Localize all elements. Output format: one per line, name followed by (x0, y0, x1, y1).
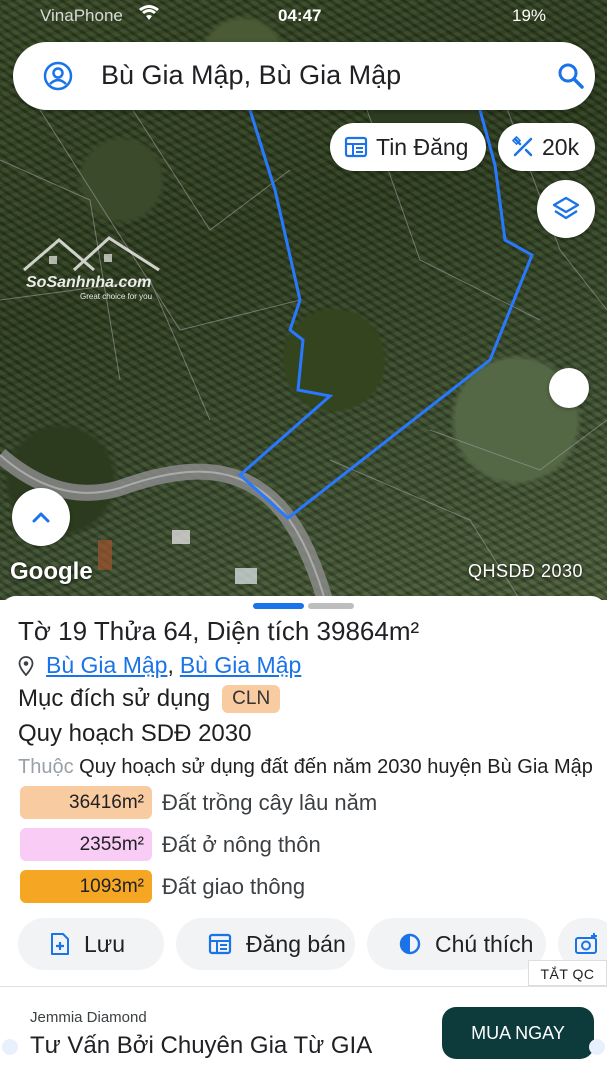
google-attribution: Google (10, 558, 93, 585)
chevron-up-icon (32, 512, 50, 523)
map-layer-label: QHSDĐ 2030 (468, 561, 584, 581)
lot-label: Thửa (93, 616, 157, 646)
plan-source: Thuộc Quy hoạch sử dụng đất đến năm 2030… (18, 756, 593, 779)
zone-area: 1093m² (20, 870, 152, 903)
sheet-tab-active[interactable] (253, 603, 304, 609)
sheet-number: 19 (58, 616, 88, 646)
parcel-title: Tờ 19 Thửa 64, Diện tích 39864m² (18, 616, 419, 647)
zone-area: 2355m² (20, 828, 152, 861)
status-bar: VinaPhone 04:47 19% (0, 4, 607, 26)
zone-label: Đất trồng cây lâu năm (162, 789, 378, 815)
save-button-label: Lưu (84, 930, 125, 957)
post-listing-button[interactable]: Đăng bán (176, 918, 355, 970)
bookmark-add-icon (51, 933, 69, 955)
belongs-label: Thuộc (18, 756, 74, 778)
layers-button[interactable] (537, 180, 595, 238)
watermark-text: SoSanhnha.com (26, 274, 152, 291)
location-link-district[interactable]: Bù Gia Mập (180, 652, 301, 679)
purpose-label: Mục đích sử dụng (18, 685, 211, 712)
battery-level: 19% (512, 6, 547, 25)
parcel-location: Bù Gia Mập, Bù Gia Mập (18, 652, 301, 679)
count-chip[interactable]: 20k (498, 123, 595, 171)
save-button[interactable]: Lưu (18, 918, 164, 970)
purpose-code-badge: CLN (222, 685, 281, 713)
contrast-icon (399, 933, 421, 955)
zone-row: 36416m² Đất trồng cây lâu năm (20, 786, 377, 819)
listing-icon (208, 933, 232, 955)
search-bar[interactable]: Bù Gia Mập, Bù Gia Mập (13, 42, 595, 110)
legend-button-label: Chú thích (435, 930, 534, 957)
zone-row: 1093m² Đất giao thông (20, 870, 305, 903)
listings-chip[interactable]: Tin Đăng (330, 123, 486, 171)
map-view[interactable]: VinaPhone 04:47 19% Bù Gia Mập, Bù Gia M… (0, 0, 607, 600)
carrier-label: VinaPhone (40, 6, 123, 25)
parcel-boundary[interactable] (237, 109, 534, 520)
land-use-purpose: Mục đích sử dụng CLN (18, 685, 281, 713)
listings-icon (344, 136, 368, 158)
zone-label: Đất ở nông thôn (162, 831, 321, 857)
zone-label: Đất giao thông (162, 873, 306, 899)
ad-brand: Jemmia Diamond (30, 1009, 147, 1026)
wifi-icon (138, 4, 160, 27)
ad-banner[interactable]: Jemmia Diamond Tư Vấn Bởi Chuyên Gia Từ … (0, 986, 607, 1080)
ad-info-icon[interactable] (2, 1039, 18, 1055)
location-pin-icon (18, 655, 34, 676)
watermark-logo: SoSanhnha.com Great choice for you (14, 228, 164, 303)
layers-icon (552, 196, 580, 220)
watermark-tagline: Great choice for you (80, 292, 153, 301)
search-icon[interactable] (557, 62, 585, 90)
ad-headline: Tư Vấn Bởi Chuyên Gia Từ GIA (30, 1032, 373, 1059)
account-icon[interactable] (43, 61, 73, 91)
parcel-area: 39864m² (316, 616, 420, 646)
sheet-tab-inactive[interactable] (308, 603, 354, 609)
sheet-label: Tờ (18, 616, 51, 646)
house-logo-icon (23, 236, 160, 272)
locate-button[interactable] (549, 368, 589, 408)
area-label: , Diện tích (192, 616, 310, 646)
location-link-commune[interactable]: Bù Gia Mập (46, 652, 167, 679)
parcel-info-sheet: Tờ 19 Thửa 64, Diện tích 39864m² Bù Gia … (0, 596, 607, 986)
post-listing-label: Đăng bán (246, 930, 346, 957)
search-query[interactable]: Bù Gia Mập, Bù Gia Mập (101, 60, 401, 91)
listings-chip-label: Tin Đăng (376, 133, 469, 160)
close-ad-button[interactable]: TẮT QC (528, 960, 607, 986)
lot-number: 64 (163, 616, 193, 646)
ad-cta-button[interactable]: MUA NGAY (442, 1007, 594, 1059)
clock: 04:47 (278, 6, 322, 25)
expand-sheet-button[interactable] (12, 488, 70, 546)
belongs-value: Quy hoạch sử dụng đất đến năm 2030 huyện… (79, 756, 593, 778)
camera-add-icon (575, 933, 597, 954)
ad-choices-icon[interactable] (589, 1039, 605, 1055)
plan-title: Quy hoạch SDĐ 2030 (18, 720, 252, 747)
location-separator: , (167, 652, 174, 678)
tools-icon (512, 136, 533, 157)
zone-area: 36416m² (20, 786, 152, 819)
legend-button[interactable]: Chú thích (367, 918, 546, 970)
count-chip-label: 20k (542, 133, 580, 160)
zone-row: 2355m² Đất ở nông thôn (20, 828, 321, 861)
